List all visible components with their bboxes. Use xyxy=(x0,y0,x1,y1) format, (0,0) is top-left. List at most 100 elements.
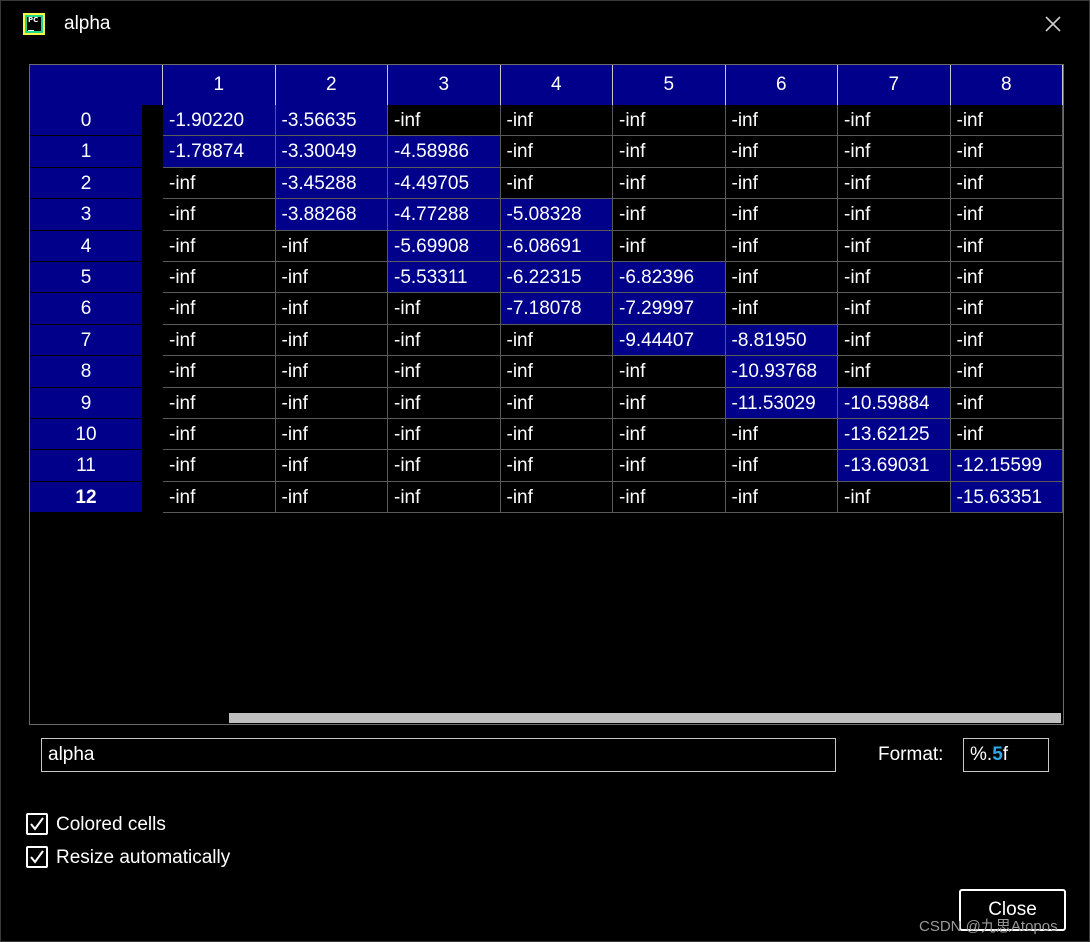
table-cell[interactable]: -3.56635 xyxy=(275,105,388,137)
table-cell[interactable]: -inf xyxy=(163,324,276,357)
table-cell[interactable]: -inf xyxy=(500,105,613,137)
table-cell[interactable]: -inf xyxy=(838,136,951,168)
table-cell[interactable]: -inf xyxy=(388,450,501,482)
table-cell[interactable]: -inf xyxy=(163,481,276,514)
column-header-6[interactable]: 6 xyxy=(725,65,838,105)
table-cell[interactable]: -12.15599 xyxy=(950,450,1063,482)
table-cell[interactable]: -inf xyxy=(838,324,951,357)
table-cell[interactable]: -5.08328 xyxy=(500,199,613,231)
row-header-3[interactable]: 3 xyxy=(30,199,142,231)
row-header-0[interactable]: 0 xyxy=(30,105,142,137)
table-cell[interactable]: -inf xyxy=(163,293,276,325)
table-cell[interactable]: -inf xyxy=(613,230,726,262)
table-cell[interactable]: -inf xyxy=(725,230,838,262)
table-cell[interactable]: -inf xyxy=(163,356,276,388)
table-cell[interactable]: -inf xyxy=(275,230,388,262)
column-header-3[interactable]: 3 xyxy=(388,65,501,105)
table-cell[interactable]: -inf xyxy=(725,450,838,482)
table-cell[interactable]: -6.22315 xyxy=(500,262,613,294)
table-cell[interactable]: -inf xyxy=(950,136,1063,168)
table-cell[interactable]: -inf xyxy=(950,387,1063,419)
table-cell[interactable]: -3.88268 xyxy=(275,199,388,231)
table-cell[interactable]: -inf xyxy=(388,105,501,137)
table-cell[interactable]: -8.81950 xyxy=(725,324,838,357)
table-cell[interactable]: -inf xyxy=(275,324,388,357)
table-cell[interactable]: -inf xyxy=(613,387,726,419)
row-header-8[interactable]: 8 xyxy=(30,356,142,388)
table-cell[interactable]: -inf xyxy=(388,356,501,388)
table-cell[interactable]: -inf xyxy=(725,199,838,231)
table-cell[interactable]: -inf xyxy=(388,387,501,419)
format-input[interactable]: %.5f xyxy=(963,738,1049,772)
colored-cells-checkbox[interactable] xyxy=(26,813,48,835)
table-cell[interactable]: -5.69908 xyxy=(388,230,501,262)
table-cell[interactable]: -10.59884 xyxy=(838,387,951,419)
scrollbar-thumb[interactable] xyxy=(229,713,1061,723)
table-cell[interactable]: -inf xyxy=(275,419,388,451)
table-cell[interactable]: -inf xyxy=(950,356,1063,388)
table-cell[interactable]: -1.90220 xyxy=(163,105,276,137)
table-cell[interactable]: -inf xyxy=(163,230,276,262)
table-cell[interactable]: -3.30049 xyxy=(275,136,388,168)
table-cell[interactable]: -inf xyxy=(163,167,276,200)
table-cell[interactable]: -5.53311 xyxy=(388,262,501,294)
column-header-8[interactable]: 8 xyxy=(950,65,1063,105)
table-cell[interactable]: -inf xyxy=(163,262,276,294)
table-cell[interactable]: -3.45288 xyxy=(275,167,388,200)
close-icon[interactable] xyxy=(1039,10,1067,38)
table-cell[interactable]: -inf xyxy=(838,356,951,388)
table-cell[interactable]: -inf xyxy=(838,105,951,137)
table-cell[interactable]: -1.78874 xyxy=(163,136,276,168)
table-cell[interactable]: -inf xyxy=(275,450,388,482)
table-cell[interactable]: -inf xyxy=(725,262,838,294)
table-cell[interactable]: -inf xyxy=(950,199,1063,231)
table-cell[interactable]: -6.08691 xyxy=(500,230,613,262)
table-cell[interactable]: -inf xyxy=(613,419,726,451)
table-cell[interactable]: -inf xyxy=(613,199,726,231)
row-header-4[interactable]: 4 xyxy=(30,230,142,262)
table-cell[interactable]: -inf xyxy=(388,293,501,325)
row-header-1[interactable]: 1 xyxy=(30,136,142,168)
row-header-2[interactable]: 2 xyxy=(30,167,142,200)
table-cell[interactable]: -9.44407 xyxy=(613,324,726,357)
table-cell[interactable]: -inf xyxy=(500,481,613,514)
table-cell[interactable]: -4.58986 xyxy=(388,136,501,168)
table-cell[interactable]: -inf xyxy=(950,262,1063,294)
table-cell[interactable]: -7.29997 xyxy=(613,293,726,325)
table-cell[interactable]: -13.62125 xyxy=(838,419,951,451)
row-header-10[interactable]: 10 xyxy=(30,419,142,451)
table-cell[interactable]: -inf xyxy=(500,136,613,168)
table-cell[interactable]: -inf xyxy=(613,481,726,514)
row-header-7[interactable]: 7 xyxy=(30,324,142,357)
table-cell[interactable]: -6.82396 xyxy=(613,262,726,294)
table-cell[interactable]: -inf xyxy=(275,356,388,388)
table-cell[interactable]: -inf xyxy=(613,450,726,482)
table-cell[interactable]: -inf xyxy=(950,105,1063,137)
table-cell[interactable]: -inf xyxy=(500,450,613,482)
table-cell[interactable]: -inf xyxy=(838,199,951,231)
resize-automatically-checkbox[interactable] xyxy=(26,846,48,868)
table-cell[interactable]: -inf xyxy=(838,293,951,325)
table-cell[interactable]: -inf xyxy=(613,136,726,168)
table-cell[interactable]: -inf xyxy=(163,387,276,419)
table-cell[interactable]: -inf xyxy=(950,419,1063,451)
table-cell[interactable]: -inf xyxy=(500,356,613,388)
table-cell[interactable]: -inf xyxy=(725,293,838,325)
table-cell[interactable]: -inf xyxy=(838,262,951,294)
table-cell[interactable]: -inf xyxy=(613,105,726,137)
column-header-7[interactable]: 7 xyxy=(838,65,951,105)
row-header-9[interactable]: 9 xyxy=(30,387,142,419)
table-cell[interactable]: -inf xyxy=(838,230,951,262)
table-cell[interactable]: -inf xyxy=(950,230,1063,262)
data-table[interactable]: 12345678 0 -1.90220 -3.56635 -inf -inf -inf -i… xyxy=(29,64,1064,725)
table-cell[interactable]: -inf xyxy=(613,356,726,388)
table-cell[interactable]: -4.49705 xyxy=(388,167,501,200)
table-cell[interactable]: -inf xyxy=(950,324,1063,357)
table-cell[interactable]: -inf xyxy=(388,481,501,514)
column-header-4[interactable]: 4 xyxy=(500,65,613,105)
table-cell[interactable]: -inf xyxy=(500,387,613,419)
table-cell[interactable]: -inf xyxy=(838,481,951,514)
column-header-1[interactable]: 1 xyxy=(163,65,276,105)
table-cell[interactable]: -inf xyxy=(275,481,388,514)
row-header-12[interactable]: 12 xyxy=(30,481,142,514)
